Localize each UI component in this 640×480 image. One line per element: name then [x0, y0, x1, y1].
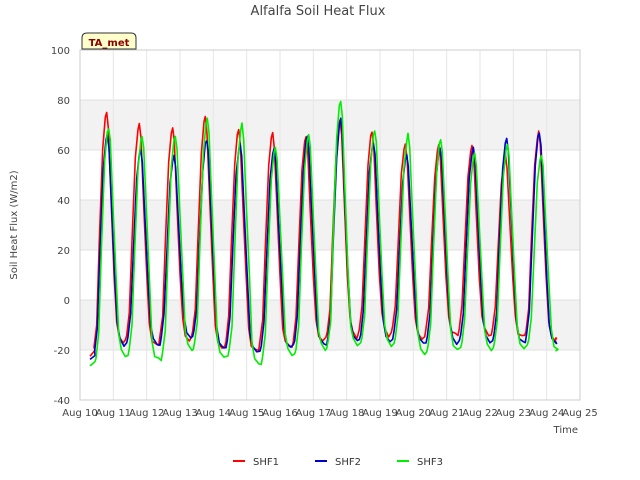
x-tick-label: Aug 25: [562, 408, 597, 419]
legend-label-shf3: SHF3: [417, 457, 443, 468]
x-tick-label: Aug 17: [296, 408, 331, 419]
y-tick-label: 20: [57, 246, 70, 257]
x-tick-label: Aug 10: [62, 408, 97, 419]
x-tick-label: Aug 13: [162, 408, 197, 419]
badge-label: TA_met: [89, 38, 130, 49]
x-tick-label: Aug 14: [196, 408, 231, 419]
plot-band: [80, 200, 580, 250]
x-tick-label: Aug 21: [429, 408, 464, 419]
chart-title: Alfalfa Soil Heat Flux: [251, 4, 386, 19]
y-tick-label: -20: [54, 346, 70, 357]
ta-met-badge: TA_met: [81, 32, 137, 50]
y-tick-label: 0: [64, 296, 70, 307]
x-tick-label: Aug 18: [329, 408, 364, 419]
x-tick-label: Aug 11: [96, 408, 131, 419]
x-tick-label: Aug 22: [462, 408, 497, 419]
y-axis-label: Soil Heat Flux (W/m2): [9, 170, 20, 279]
x-axis-ticks: Aug 10Aug 11Aug 12Aug 13Aug 14Aug 15Aug …: [62, 408, 597, 419]
x-tick-label: Aug 15: [229, 408, 264, 419]
y-tick-label: 80: [57, 96, 70, 107]
legend-label-shf2: SHF2: [335, 457, 361, 468]
y-tick-label: 60: [57, 146, 70, 157]
x-tick-label: Aug 16: [262, 408, 297, 419]
x-axis-label: Time: [553, 425, 578, 436]
x-tick-label: Aug 23: [496, 408, 531, 419]
x-tick-label: Aug 24: [529, 408, 564, 419]
legend-label-shf1: SHF1: [253, 457, 279, 468]
chart-root: Alfalfa Soil Heat Flux -40 -20 0 20 40 60 80 10…: [0, 0, 640, 480]
x-tick-label: Aug 19: [362, 408, 397, 419]
y-tick-label: 100: [51, 46, 70, 57]
x-tick-label: Aug 20: [396, 408, 431, 419]
y-tick-label: -40: [54, 396, 70, 407]
y-tick-label: 40: [57, 196, 70, 207]
x-tick-label: Aug 12: [129, 408, 164, 419]
